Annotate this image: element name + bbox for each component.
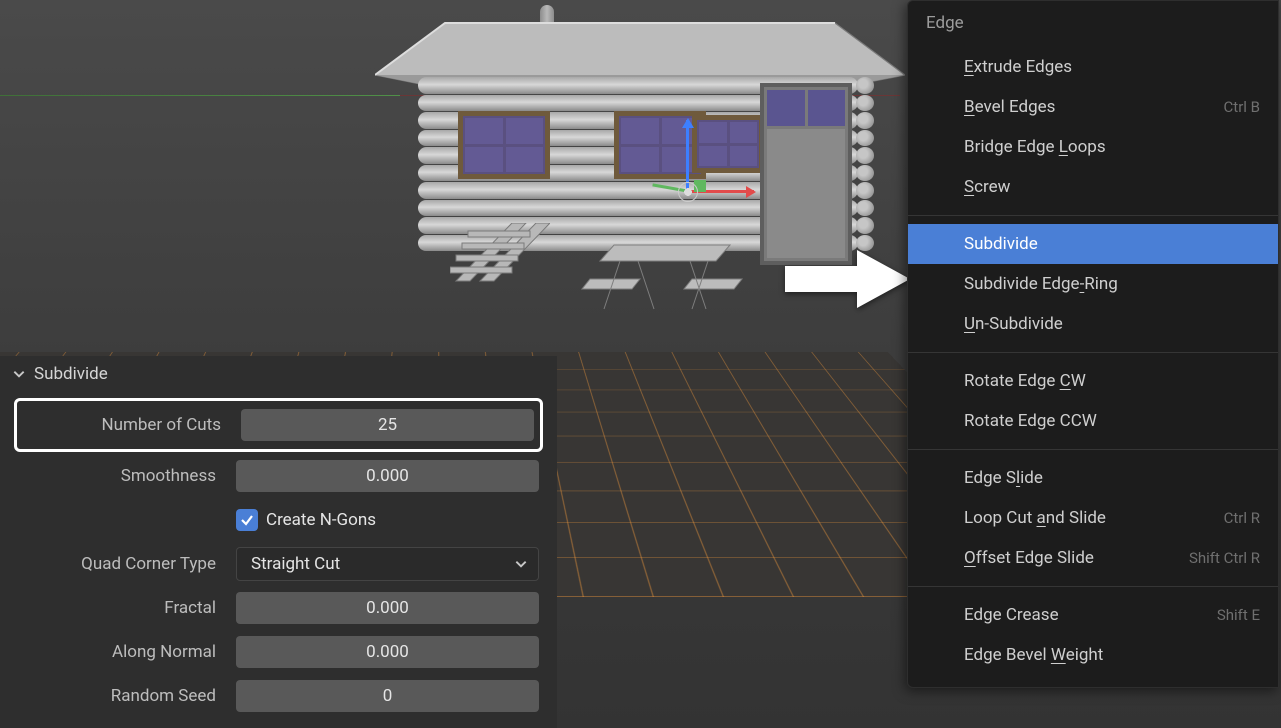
menu-item-label: Bridge Edge Loops <box>964 137 1106 157</box>
label-quad-corner: Quad Corner Type <box>18 554 226 574</box>
menu-item-label: Edge Slide <box>964 468 1043 488</box>
edge-menu-title: Edge <box>908 1 1278 47</box>
field-along-normal[interactable]: 0.000 <box>236 636 539 668</box>
menu-item-screw[interactable]: Screw <box>908 167 1278 207</box>
label-fractal: Fractal <box>18 598 226 618</box>
menu-item-un-subdivide[interactable]: Un-Subdivide <box>908 304 1278 344</box>
door <box>760 83 852 265</box>
menu-item-shortcut: Ctrl R <box>1224 509 1260 527</box>
edge-context-menu: Edge Extrude Edges Bevel Edges Ctrl B Bridg… <box>907 0 1279 688</box>
menu-item-label: Offset Edge Slide <box>964 548 1094 568</box>
select-quad-corner-type[interactable]: Straight Cut <box>236 547 539 581</box>
label-along-normal: Along Normal <box>18 642 226 662</box>
menu-item-shortcut: Ctrl B <box>1224 98 1260 116</box>
menu-item-offset-edge-slide[interactable]: Offset Edge Slide Shift Ctrl R <box>908 538 1278 578</box>
stairs <box>450 223 550 293</box>
label-smoothness: Smoothness <box>18 466 226 486</box>
menu-item-label: Subdivide Edge-Ring <box>964 274 1118 294</box>
menu-item-edge-crease[interactable]: Edge Crease Shift E <box>908 595 1278 635</box>
menu-item-label: Screw <box>964 177 1010 197</box>
picnic-table <box>580 239 750 317</box>
label-create-ngons: Create N-Gons <box>266 510 376 530</box>
menu-item-label: Rotate Edge CCW <box>964 411 1097 431</box>
menu-item-label: Extrude Edges <box>964 57 1072 77</box>
menu-item-label: Edge Crease <box>964 605 1059 625</box>
menu-item-rotate-edge-ccw[interactable]: Rotate Edge CCW <box>908 401 1278 441</box>
checkmark-icon <box>236 509 258 531</box>
operator-panel-header[interactable]: Subdivide <box>0 356 557 392</box>
operator-panel-title: Subdivide <box>34 364 108 384</box>
menu-item-rotate-edge-cw[interactable]: Rotate Edge CW <box>908 361 1278 401</box>
highlight-number-of-cuts: Number of Cuts 25 <box>14 398 543 452</box>
axis-y <box>0 95 450 96</box>
window-left <box>458 111 550 179</box>
menu-separator <box>908 586 1278 587</box>
menu-item-label: Un-Subdivide <box>964 314 1063 334</box>
menu-item-label: Rotate Edge CW <box>964 371 1086 391</box>
edge-menu-body: Extrude Edges Bevel Edges Ctrl B Bridge Edg… <box>908 47 1278 675</box>
menu-item-bridge-edge-loops[interactable]: Bridge Edge Loops <box>908 127 1278 167</box>
menu-separator <box>908 449 1278 450</box>
field-number-of-cuts[interactable]: 25 <box>241 409 534 441</box>
window-right <box>692 115 764 173</box>
menu-item-shortcut: Shift E <box>1217 606 1260 624</box>
menu-item-label: Loop Cut and Slide <box>964 508 1106 528</box>
field-random-seed[interactable]: 0 <box>236 680 539 712</box>
menu-item-label: Subdivide <box>964 234 1038 254</box>
callout-arrow-icon <box>785 248 910 310</box>
field-smoothness[interactable]: 0.000 <box>236 460 539 492</box>
label-number-of-cuts: Number of Cuts <box>23 415 231 435</box>
menu-item-label: Edge Bevel Weight <box>964 645 1103 665</box>
field-fractal[interactable]: 0.000 <box>236 592 539 624</box>
menu-item-subdivide[interactable]: Subdivide <box>908 224 1278 264</box>
menu-item-loop-cut-and-slide[interactable]: Loop Cut and Slide Ctrl R <box>908 498 1278 538</box>
menu-item-subdivide-edge-ring[interactable]: Subdivide Edge-Ring <box>908 264 1278 304</box>
checkbox-create-ngons[interactable]: Create N-Gons <box>236 504 376 536</box>
menu-item-edge-slide[interactable]: Edge Slide <box>908 458 1278 498</box>
label-random-seed: Random Seed <box>18 686 226 706</box>
menu-item-label: Bevel Edges <box>964 97 1055 117</box>
menu-item-bevel-edges[interactable]: Bevel Edges Ctrl B <box>908 87 1278 127</box>
menu-item-edge-bevel-weight[interactable]: Edge Bevel Weight <box>908 635 1278 675</box>
menu-item-shortcut: Shift Ctrl R <box>1189 549 1260 567</box>
operator-panel: Subdivide Number of Cuts 25 Smoothness 0… <box>0 356 557 728</box>
menu-separator <box>908 215 1278 216</box>
chevron-down-icon <box>12 367 26 381</box>
chevron-down-icon <box>514 557 528 571</box>
menu-item-extrude-edges[interactable]: Extrude Edges <box>908 47 1278 87</box>
menu-separator <box>908 352 1278 353</box>
